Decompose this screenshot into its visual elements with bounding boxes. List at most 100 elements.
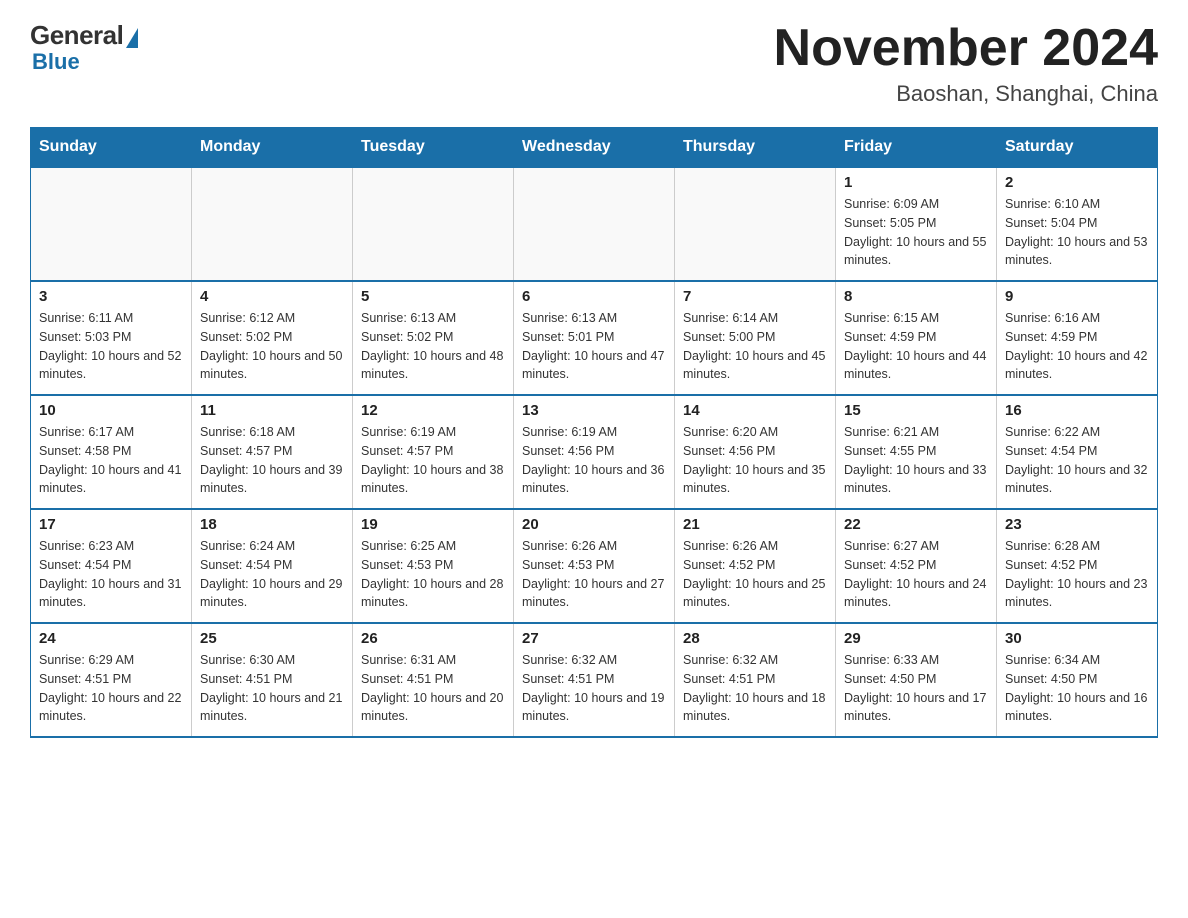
calendar-cell: 21 Sunrise: 6:26 AM Sunset: 4:52 PM Dayli… bbox=[675, 509, 836, 623]
day-info: Sunrise: 6:28 AM Sunset: 4:52 PM Dayligh… bbox=[1005, 537, 1149, 612]
calendar-cell: 16 Sunrise: 6:22 AM Sunset: 4:54 PM Dayli… bbox=[997, 395, 1158, 509]
location-title: Baoshan, Shanghai, China bbox=[774, 81, 1158, 107]
day-info: Sunrise: 6:16 AM Sunset: 4:59 PM Dayligh… bbox=[1005, 309, 1149, 384]
day-info: Sunrise: 6:10 AM Sunset: 5:04 PM Dayligh… bbox=[1005, 195, 1149, 270]
calendar-cell: 6 Sunrise: 6:13 AM Sunset: 5:01 PM Daylig… bbox=[514, 281, 675, 395]
day-number: 22 bbox=[844, 516, 988, 533]
day-info: Sunrise: 6:23 AM Sunset: 4:54 PM Dayligh… bbox=[39, 537, 183, 612]
weekday-header-thursday: Thursday bbox=[675, 128, 836, 168]
day-info: Sunrise: 6:30 AM Sunset: 4:51 PM Dayligh… bbox=[200, 651, 344, 726]
calendar-cell: 27 Sunrise: 6:32 AM Sunset: 4:51 PM Dayli… bbox=[514, 623, 675, 737]
weekday-header-sunday: Sunday bbox=[31, 128, 192, 168]
calendar-cell: 29Sunrise: 6:33 AM Sunset: 4:50 PM Dayli… bbox=[836, 623, 997, 737]
header: General Blue November 2024 Baoshan, Shan… bbox=[30, 20, 1158, 107]
calendar-cell: 9 Sunrise: 6:16 AM Sunset: 4:59 PM Daylig… bbox=[997, 281, 1158, 395]
calendar-cell: 13 Sunrise: 6:19 AM Sunset: 4:56 PM Dayli… bbox=[514, 395, 675, 509]
calendar-week-row: 1 Sunrise: 6:09 AM Sunset: 5:05 PM Daylig… bbox=[31, 167, 1158, 281]
day-number: 9 bbox=[1005, 288, 1149, 305]
day-number: 3 bbox=[39, 288, 183, 305]
calendar-cell: 23 Sunrise: 6:28 AM Sunset: 4:52 PM Dayli… bbox=[997, 509, 1158, 623]
day-number: 1 bbox=[844, 174, 988, 191]
weekday-header-tuesday: Tuesday bbox=[353, 128, 514, 168]
calendar-cell: 20Sunrise: 6:26 AM Sunset: 4:53 PM Dayli… bbox=[514, 509, 675, 623]
day-number: 16 bbox=[1005, 402, 1149, 419]
calendar-cell bbox=[514, 167, 675, 281]
logo-triangle-icon bbox=[126, 28, 138, 48]
calendar-cell: 14Sunrise: 6:20 AM Sunset: 4:56 PM Dayli… bbox=[675, 395, 836, 509]
calendar-cell: 2 Sunrise: 6:10 AM Sunset: 5:04 PM Daylig… bbox=[997, 167, 1158, 281]
weekday-header-friday: Friday bbox=[836, 128, 997, 168]
calendar-cell bbox=[675, 167, 836, 281]
day-info: Sunrise: 6:13 AM Sunset: 5:01 PM Dayligh… bbox=[522, 309, 666, 384]
day-number: 17 bbox=[39, 516, 183, 533]
calendar-cell: 10Sunrise: 6:17 AM Sunset: 4:58 PM Dayli… bbox=[31, 395, 192, 509]
calendar-cell: 5 Sunrise: 6:13 AM Sunset: 5:02 PM Daylig… bbox=[353, 281, 514, 395]
day-info: Sunrise: 6:24 AM Sunset: 4:54 PM Dayligh… bbox=[200, 537, 344, 612]
day-info: Sunrise: 6:22 AM Sunset: 4:54 PM Dayligh… bbox=[1005, 423, 1149, 498]
day-number: 15 bbox=[844, 402, 988, 419]
day-number: 25 bbox=[200, 630, 344, 647]
day-info: Sunrise: 6:29 AM Sunset: 4:51 PM Dayligh… bbox=[39, 651, 183, 726]
day-info: Sunrise: 6:34 AM Sunset: 4:50 PM Dayligh… bbox=[1005, 651, 1149, 726]
day-number: 6 bbox=[522, 288, 666, 305]
day-info: Sunrise: 6:31 AM Sunset: 4:51 PM Dayligh… bbox=[361, 651, 505, 726]
day-number: 23 bbox=[1005, 516, 1149, 533]
calendar-cell bbox=[192, 167, 353, 281]
day-number: 19 bbox=[361, 516, 505, 533]
day-number: 27 bbox=[522, 630, 666, 647]
weekday-header-wednesday: Wednesday bbox=[514, 128, 675, 168]
calendar-cell: 1 Sunrise: 6:09 AM Sunset: 5:05 PM Daylig… bbox=[836, 167, 997, 281]
day-number: 24 bbox=[39, 630, 183, 647]
calendar-cell: 12 Sunrise: 6:19 AM Sunset: 4:57 PM Dayli… bbox=[353, 395, 514, 509]
day-info: Sunrise: 6:09 AM Sunset: 5:05 PM Dayligh… bbox=[844, 195, 988, 270]
calendar-cell: 17 Sunrise: 6:23 AM Sunset: 4:54 PM Dayli… bbox=[31, 509, 192, 623]
day-number: 29 bbox=[844, 630, 988, 647]
day-number: 5 bbox=[361, 288, 505, 305]
logo-general-text: General bbox=[30, 20, 123, 51]
day-info: Sunrise: 6:12 AM Sunset: 5:02 PM Dayligh… bbox=[200, 309, 344, 384]
day-info: Sunrise: 6:32 AM Sunset: 4:51 PM Dayligh… bbox=[522, 651, 666, 726]
calendar-cell: 22Sunrise: 6:27 AM Sunset: 4:52 PM Dayli… bbox=[836, 509, 997, 623]
day-number: 13 bbox=[522, 402, 666, 419]
day-number: 12 bbox=[361, 402, 505, 419]
day-number: 4 bbox=[200, 288, 344, 305]
day-info: Sunrise: 6:19 AM Sunset: 4:57 PM Dayligh… bbox=[361, 423, 505, 498]
day-info: Sunrise: 6:13 AM Sunset: 5:02 PM Dayligh… bbox=[361, 309, 505, 384]
calendar-cell bbox=[31, 167, 192, 281]
calendar-cell: 25 Sunrise: 6:30 AM Sunset: 4:51 PM Dayli… bbox=[192, 623, 353, 737]
calendar-cell: 4 Sunrise: 6:12 AM Sunset: 5:02 PM Daylig… bbox=[192, 281, 353, 395]
weekday-header-row: SundayMondayTuesdayWednesdayThursdayFrid… bbox=[31, 128, 1158, 168]
calendar-cell: 26Sunrise: 6:31 AM Sunset: 4:51 PM Dayli… bbox=[353, 623, 514, 737]
day-info: Sunrise: 6:11 AM Sunset: 5:03 PM Dayligh… bbox=[39, 309, 183, 384]
calendar-week-row: 24 Sunrise: 6:29 AM Sunset: 4:51 PM Dayli… bbox=[31, 623, 1158, 737]
day-info: Sunrise: 6:19 AM Sunset: 4:56 PM Dayligh… bbox=[522, 423, 666, 498]
calendar-cell: 11Sunrise: 6:18 AM Sunset: 4:57 PM Dayli… bbox=[192, 395, 353, 509]
calendar-cell: 3 Sunrise: 6:11 AM Sunset: 5:03 PM Daylig… bbox=[31, 281, 192, 395]
day-number: 10 bbox=[39, 402, 183, 419]
day-number: 7 bbox=[683, 288, 827, 305]
day-info: Sunrise: 6:26 AM Sunset: 4:53 PM Dayligh… bbox=[522, 537, 666, 612]
calendar-cell: 7Sunrise: 6:14 AM Sunset: 5:00 PM Daylig… bbox=[675, 281, 836, 395]
day-info: Sunrise: 6:21 AM Sunset: 4:55 PM Dayligh… bbox=[844, 423, 988, 498]
calendar-week-row: 10Sunrise: 6:17 AM Sunset: 4:58 PM Dayli… bbox=[31, 395, 1158, 509]
day-number: 8 bbox=[844, 288, 988, 305]
calendar-cell: 19Sunrise: 6:25 AM Sunset: 4:53 PM Dayli… bbox=[353, 509, 514, 623]
day-number: 30 bbox=[1005, 630, 1149, 647]
calendar-cell: 15 Sunrise: 6:21 AM Sunset: 4:55 PM Dayli… bbox=[836, 395, 997, 509]
day-number: 18 bbox=[200, 516, 344, 533]
calendar-week-row: 17 Sunrise: 6:23 AM Sunset: 4:54 PM Dayli… bbox=[31, 509, 1158, 623]
calendar-cell: 18 Sunrise: 6:24 AM Sunset: 4:54 PM Dayli… bbox=[192, 509, 353, 623]
calendar-cell: 28Sunrise: 6:32 AM Sunset: 4:51 PM Dayli… bbox=[675, 623, 836, 737]
title-area: November 2024 Baoshan, Shanghai, China bbox=[774, 20, 1158, 107]
calendar-cell: 30 Sunrise: 6:34 AM Sunset: 4:50 PM Dayli… bbox=[997, 623, 1158, 737]
day-number: 28 bbox=[683, 630, 827, 647]
day-info: Sunrise: 6:18 AM Sunset: 4:57 PM Dayligh… bbox=[200, 423, 344, 498]
day-number: 21 bbox=[683, 516, 827, 533]
weekday-header-monday: Monday bbox=[192, 128, 353, 168]
calendar-week-row: 3 Sunrise: 6:11 AM Sunset: 5:03 PM Daylig… bbox=[31, 281, 1158, 395]
day-info: Sunrise: 6:26 AM Sunset: 4:52 PM Dayligh… bbox=[683, 537, 827, 612]
day-number: 2 bbox=[1005, 174, 1149, 191]
logo: General Blue bbox=[30, 20, 138, 75]
weekday-header-saturday: Saturday bbox=[997, 128, 1158, 168]
calendar-cell: 24 Sunrise: 6:29 AM Sunset: 4:51 PM Dayli… bbox=[31, 623, 192, 737]
